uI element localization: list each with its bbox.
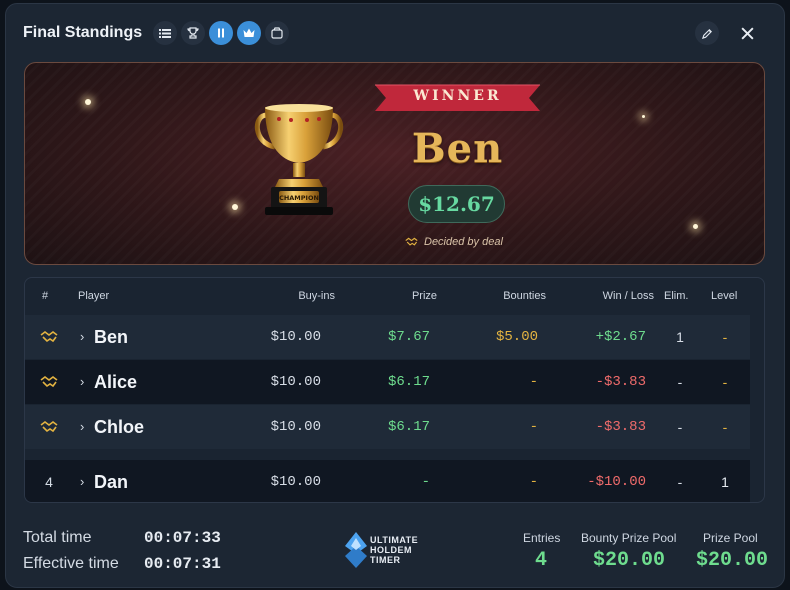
edit-icon	[701, 28, 712, 39]
col-prize: Prize	[411, 290, 437, 302]
box-icon	[271, 27, 283, 39]
sparkle	[232, 204, 238, 210]
table-row[interactable]: 4 › Dan $10.00 - - -$10.00 - 1	[25, 460, 750, 502]
prize-cell: -	[421, 474, 430, 490]
logo-line: HOLDEM	[370, 545, 412, 555]
player-name: Alice	[94, 372, 138, 392]
bounties-cell: -	[529, 419, 538, 435]
edit-button[interactable]	[695, 21, 719, 45]
level-cell: -	[722, 329, 728, 345]
deal-note: Decided by deal	[405, 234, 545, 250]
chevron-right-icon[interactable]: ›	[80, 405, 84, 449]
buyins-cell: $10.00	[270, 419, 321, 435]
list-view-button[interactable]	[153, 21, 177, 45]
crown-icon	[243, 28, 255, 37]
winner-name: Ben	[411, 125, 504, 172]
col-player: Player	[78, 290, 110, 302]
elim-cell: -	[677, 374, 683, 390]
total-time-label: Total time	[23, 529, 92, 546]
close-icon	[740, 26, 754, 40]
sparkle	[85, 99, 91, 105]
winner-prize: $12.67	[408, 185, 505, 223]
pause-button[interactable]	[209, 21, 233, 45]
trophy-icon: CHAMPION	[254, 104, 344, 215]
handshake-icon	[405, 237, 418, 246]
prize-cell: $6.17	[387, 419, 430, 435]
entries-label: Entries	[523, 531, 561, 545]
table-header: # Player Buy-ins Prize Bounties Win / Lo…	[25, 278, 764, 314]
buyins-cell: $10.00	[270, 374, 321, 390]
trophy-view-button[interactable]	[181, 21, 205, 45]
deal-note-text: Decided by deal	[424, 236, 503, 248]
prize-pool-label: Prize Pool	[703, 531, 758, 545]
bounty-pool-value: $20.00	[593, 549, 666, 572]
standings-table: # Player Buy-ins Prize Bounties Win / Lo…	[24, 277, 765, 503]
trophy-plate-text: CHAMPION	[279, 194, 319, 202]
crown-view-button[interactable]	[237, 21, 261, 45]
logo-line: TIMER	[370, 555, 401, 565]
table-row[interactable]: › Chloe $10.00 $6.17 - -$3.83 - -	[25, 405, 750, 449]
chevron-right-icon[interactable]: ›	[80, 360, 84, 404]
player-name: Dan	[94, 472, 129, 492]
winloss-cell: -$3.83	[595, 374, 646, 390]
entries-value: 4	[535, 549, 548, 572]
winloss-cell: -$3.83	[595, 419, 646, 435]
table-row[interactable]: › Alice $10.00 $6.17 - -$3.83 - -	[25, 360, 750, 404]
logo-text: ULTIMATE HOLDEM TIMER	[370, 535, 418, 565]
box-view-button[interactable]	[265, 21, 289, 45]
col-rank: #	[42, 290, 49, 302]
rank-cell	[37, 360, 61, 404]
total-time-value: 00:07:33	[144, 529, 221, 547]
list-icon	[159, 29, 171, 38]
level-cell: -	[722, 374, 728, 390]
window-title: Final Standings	[23, 24, 143, 41]
col-buyins: Buy-ins	[298, 290, 335, 302]
final-standings-window: Final Standings CHAMPION WINNER Ben $12.…	[5, 3, 785, 588]
chevron-right-icon[interactable]: ›	[80, 460, 84, 502]
handshake-icon	[40, 376, 58, 388]
effective-time-label: Effective time	[23, 555, 119, 572]
logo-line: ULTIMATE	[370, 535, 419, 545]
diamond-logo-icon	[345, 532, 367, 568]
prize-cell: $7.67	[387, 329, 430, 345]
winloss-cell: -$10.00	[587, 474, 646, 490]
buyins-cell: $10.00	[270, 474, 321, 490]
table-row[interactable]: › Ben $10.00 $7.67 $5.00 +$2.67 1 -	[25, 315, 750, 359]
elim-cell: -	[677, 419, 683, 435]
bounties-cell: -	[529, 374, 538, 390]
col-bounties: Bounties	[503, 290, 546, 302]
elim-cell: 1	[676, 329, 684, 345]
col-winloss: Win / Loss	[602, 290, 654, 302]
level-cell: 1	[721, 474, 729, 490]
bounty-pool-label: Bounty Prize Pool	[581, 531, 677, 545]
elim-cell: -	[677, 474, 683, 490]
footer: Total time 00:07:33 Effective time 00:07…	[6, 514, 784, 589]
effective-time-value: 00:07:31	[144, 555, 221, 573]
prize-cell: $6.17	[387, 374, 430, 390]
winloss-cell: +$2.67	[595, 329, 646, 345]
sparkle	[642, 115, 645, 118]
rank-cell	[37, 405, 61, 449]
rank-cell: 4	[45, 474, 53, 490]
rank-cell	[37, 315, 61, 359]
close-button[interactable]	[735, 21, 759, 45]
bounties-cell: $5.00	[495, 329, 538, 345]
chevron-right-icon[interactable]: ›	[80, 315, 84, 359]
prize-pool-value: $20.00	[696, 549, 769, 572]
col-level: Level	[711, 290, 738, 302]
title-bar: Final Standings	[6, 4, 784, 60]
winner-ribbon-label: WINNER	[413, 88, 502, 104]
sparkle	[693, 224, 698, 229]
level-cell: -	[722, 419, 728, 435]
handshake-icon	[40, 331, 58, 343]
trophy-icon	[187, 27, 199, 39]
player-name: Chloe	[94, 417, 145, 437]
player-name: Ben	[94, 327, 129, 347]
handshake-icon	[40, 421, 58, 433]
winner-banner: CHAMPION WINNER Ben $12.67 Decided by de…	[24, 62, 765, 265]
bounties-cell: -	[529, 474, 538, 490]
buyins-cell: $10.00	[270, 329, 321, 345]
col-elim: Elim.	[664, 290, 689, 302]
pause-icon	[218, 28, 224, 38]
